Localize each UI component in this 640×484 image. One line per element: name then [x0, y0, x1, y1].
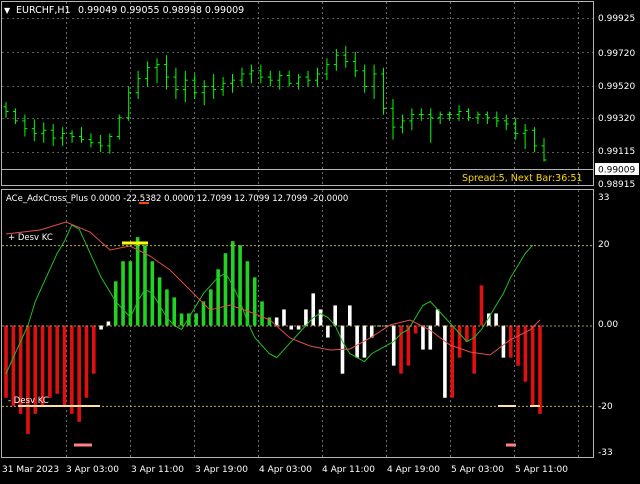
histogram-bar [55, 325, 60, 394]
price-tick: 0.99925 [598, 14, 635, 24]
time-tick: 3 Apr 19:00 [195, 465, 248, 475]
indicator-tick: 33 [598, 193, 609, 203]
price-tick: 0.99520 [598, 82, 635, 92]
histogram-bar [523, 325, 528, 382]
time-tick: 3 Apr 03:00 [66, 465, 119, 475]
histogram-bar [165, 289, 169, 326]
histogram-bar [84, 325, 89, 398]
histogram-bar [318, 309, 323, 326]
histogram-bar [457, 325, 462, 358]
ohlc-values: 0.99049 0.99055 0.98998 0.99009 [78, 5, 244, 16]
price-tick: 0.98915 [598, 180, 635, 190]
histogram-bar [121, 261, 125, 326]
histogram-bar [172, 297, 177, 326]
minus-desv-label: - Desv KC [8, 396, 49, 406]
indicator-tick: -33 [598, 448, 613, 458]
histogram-bar [443, 325, 447, 398]
histogram-bar [406, 325, 411, 366]
time-tick: 4 Apr 11:00 [322, 465, 375, 475]
histogram-bar [62, 325, 67, 406]
histogram-bar [223, 253, 228, 326]
histogram-bar [311, 293, 316, 326]
histogram-bar [348, 305, 352, 326]
symbol-timeframe: EURCHF,H1 [16, 5, 71, 16]
histogram-bar [91, 325, 96, 374]
histogram-bar [267, 317, 272, 326]
histogram-bar [355, 325, 359, 358]
histogram-bar [494, 313, 498, 326]
histogram-bar [508, 325, 513, 358]
indicator-tick: 20 [598, 240, 610, 250]
histogram-bar [157, 277, 162, 326]
time-tick: 3 Apr 11:00 [131, 465, 184, 475]
histogram-bar [194, 313, 198, 326]
chart-canvas[interactable]: ▼ EURCHF,H1 0.99049 0.99055 0.98998 0.99… [0, 0, 640, 480]
histogram-bar [413, 325, 418, 334]
histogram-bar [26, 325, 30, 434]
price-tick: 0.99720 [598, 49, 635, 59]
histogram-bar [143, 245, 147, 326]
histogram-bar [465, 325, 469, 342]
histogram-bar [106, 321, 111, 326]
histogram-bar [435, 309, 440, 326]
chart-window[interactable]: ▼ EURCHF,H1 0.99049 0.99055 0.98998 0.99… [0, 0, 640, 480]
histogram-bar [252, 277, 257, 326]
price-tick: 0.99115 [598, 147, 635, 157]
histogram-bar [245, 261, 250, 326]
histogram-bar [209, 289, 213, 326]
histogram-bar [472, 325, 476, 374]
current-price-label: 0.99009 [598, 166, 635, 176]
time-tick: 4 Apr 19:00 [387, 465, 440, 475]
collapse-arrow-icon[interactable]: ▼ [4, 6, 11, 15]
time-axis[interactable]: 31 Mar 2023 3 Apr 03:00 3 Apr 11:00 3 Ap… [2, 465, 568, 475]
histogram-bar [48, 325, 52, 398]
time-tick: 5 Apr 03:00 [451, 465, 504, 475]
histogram-bar [260, 301, 264, 326]
time-tick: 4 Apr 03:00 [259, 465, 312, 475]
histogram-bar [516, 325, 520, 366]
plus-desv-label: + Desv KC [8, 233, 53, 243]
price-tick: 0.99320 [598, 114, 635, 124]
histogram-bar [77, 325, 81, 422]
histogram-bar [450, 325, 455, 398]
histogram-bar [326, 325, 330, 338]
histogram-bar [40, 325, 45, 406]
histogram-bar [70, 325, 74, 414]
histogram-bar [479, 285, 484, 326]
indicator-tick: 0.00 [598, 320, 618, 330]
histogram-bar [538, 325, 542, 414]
histogram-bar [4, 325, 8, 398]
histogram-bar [238, 245, 242, 326]
time-tick: 5 Apr 11:00 [515, 465, 568, 475]
histogram-bar [282, 309, 286, 326]
time-tick: 31 Mar 2023 [2, 465, 59, 475]
histogram-bar [179, 313, 184, 326]
histogram-bar [304, 309, 308, 326]
histogram-bar [501, 325, 506, 358]
histogram-bar [421, 325, 425, 350]
indicator-tick: -20 [598, 402, 613, 412]
histogram-bar [333, 305, 337, 326]
histogram-bar [11, 325, 16, 406]
indicator-title: ACe_AdxCross_Plus 0.0000 -22.5382 0.0000… [6, 194, 348, 204]
histogram-bar [530, 325, 535, 406]
histogram-bar [391, 325, 396, 366]
spread-info: Spread:5, Next Bar:36:51 [462, 173, 583, 184]
